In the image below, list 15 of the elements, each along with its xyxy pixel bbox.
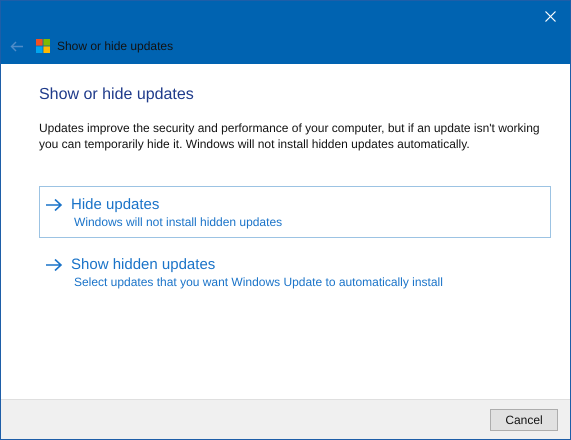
option-title: Hide updates [71,196,160,213]
windows-logo-icon [36,39,50,53]
option-title: Show hidden updates [71,256,216,273]
description-text: Updates improve the security and performance of your computer, but if an update isn't working you can temporarily hide it. Windows will not install hidden updates automatically. [39,120,541,152]
window-title: Show or hide updates [57,39,174,53]
page-heading: Show or hide updates [39,86,195,104]
option-link[interactable]: Hide updates Windows will not install hidden updates [39,186,551,238]
arrow-icon [45,258,63,272]
arrow-icon [45,198,63,212]
option-subtitle: Select updates that you want Windows Update to automatically install [73,275,444,289]
back-arrow-icon [10,40,24,52]
option-link[interactable]: Show hidden updates Select updates that you want Windows Update to automatically install [39,246,551,298]
close-icon [544,10,556,22]
cancel-button[interactable]: Cancel [490,408,558,430]
option-subtitle: Windows will not install hidden updates [73,215,284,229]
